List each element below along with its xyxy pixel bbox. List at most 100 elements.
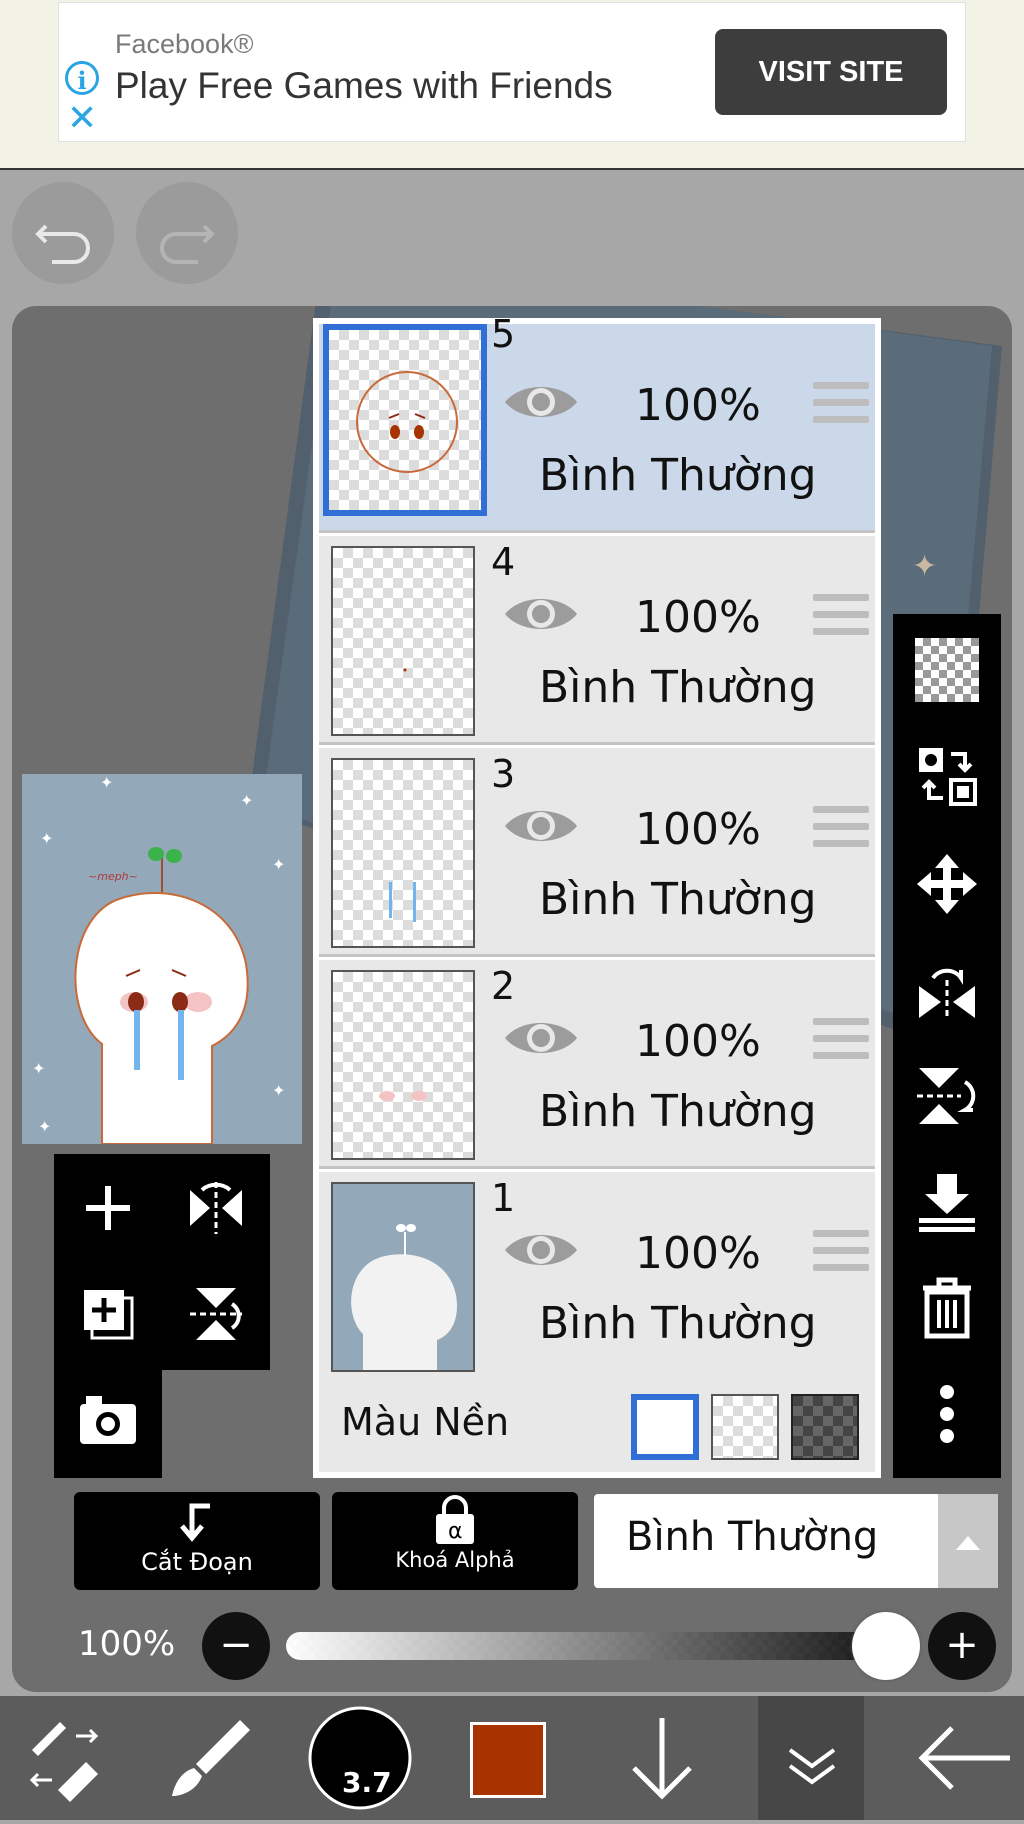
layer-opacity: 100% <box>635 380 761 431</box>
svg-text:✦: ✦ <box>32 1059 45 1078</box>
right-toolbar <box>893 614 1001 1478</box>
transparency-icon[interactable] <box>915 638 979 702</box>
svg-text:✦: ✦ <box>40 829 53 848</box>
brush-size-indicator[interactable]: 3.7 <box>298 1696 422 1820</box>
move-icon[interactable] <box>915 852 979 916</box>
undo-button[interactable] <box>12 182 114 284</box>
layer-thumbnail <box>331 758 475 948</box>
drag-handle-icon[interactable] <box>813 1018 869 1069</box>
layer-row-2[interactable]: 2 100% Bình Thường <box>319 960 875 1169</box>
svg-text:~meph~: ~meph~ <box>88 870 138 883</box>
layer-blend-mode: Bình Thường <box>539 874 817 925</box>
layer-thumbnail <box>331 546 475 736</box>
svg-text:✦: ✦ <box>912 549 937 584</box>
layer-thumbnail <box>331 1182 475 1372</box>
alpha-lock-icon: α <box>436 1495 474 1544</box>
layer-thumbnail <box>323 324 487 516</box>
svg-text:α: α <box>448 1519 463 1544</box>
ad-banner: i ✕ Facebook® Play Free Games with Frien… <box>0 0 1024 170</box>
svg-text:✦: ✦ <box>272 1081 285 1100</box>
redo-button[interactable] <box>136 182 238 284</box>
background-color-label: Màu Nền <box>341 1400 510 1444</box>
swap-layers-icon[interactable] <box>915 744 979 808</box>
layer-opacity: 100% <box>635 804 761 855</box>
svg-text:✦: ✦ <box>38 1117 51 1136</box>
layer-blend-mode: Bình Thường <box>539 662 817 713</box>
eye-icon[interactable] <box>503 804 579 848</box>
svg-text:✦: ✦ <box>272 855 285 874</box>
layer-blend-mode: Bình Thường <box>539 1298 817 1349</box>
drag-handle-icon[interactable] <box>813 594 869 645</box>
duplicate-layer-icon[interactable] <box>76 1282 140 1346</box>
bg-transparent-swatch[interactable] <box>711 1394 779 1460</box>
bg-dark-checker-swatch[interactable] <box>791 1394 859 1460</box>
blend-mode-select[interactable]: Bình Thường <box>594 1494 998 1588</box>
canvas-gap <box>162 1370 272 1480</box>
flip-horizontal-icon[interactable] <box>915 958 979 1022</box>
bottom-toolbar: 3.7 <box>0 1696 1024 1820</box>
flip-vertical-icon[interactable] <box>184 1282 248 1346</box>
layer-panel: 5 100% Bình Thường 4 100% Bình Thường 3 … <box>313 312 881 1478</box>
add-layer-icon[interactable] <box>76 1176 140 1240</box>
layer-opacity: 100% <box>635 592 761 643</box>
layer-number: 5 <box>491 312 516 356</box>
eye-icon[interactable] <box>503 1016 579 1060</box>
more-vertical-icon[interactable] <box>915 1382 979 1446</box>
eye-icon[interactable] <box>503 380 579 424</box>
arrow-down-icon[interactable] <box>600 1696 724 1820</box>
close-icon[interactable]: ✕ <box>67 101 97 137</box>
bg-white-swatch[interactable] <box>631 1394 699 1460</box>
color-swatch[interactable] <box>470 1722 546 1798</box>
eye-icon[interactable] <box>503 1228 579 1272</box>
ad-source: Facebook® <box>115 29 254 59</box>
back-arrow-icon[interactable] <box>898 1696 1022 1820</box>
opacity-slider[interactable] <box>286 1632 886 1660</box>
layer-thumbnail <box>331 970 475 1160</box>
brush-size-circle-icon <box>308 1706 412 1810</box>
layer-row-1[interactable]: 1 100% Bình Thường <box>319 1172 875 1381</box>
drag-handle-icon[interactable] <box>813 806 869 857</box>
svg-text:✦: ✦ <box>100 774 113 792</box>
opacity-increase-button[interactable]: + <box>928 1612 996 1680</box>
layers-collapse-icon[interactable] <box>750 1696 874 1820</box>
layer-number: 3 <box>491 752 516 796</box>
opacity-slider-knob[interactable] <box>852 1612 920 1680</box>
eye-icon[interactable] <box>503 592 579 636</box>
merge-down-icon[interactable] <box>915 1170 979 1234</box>
undo-icon <box>35 224 90 264</box>
clipping-button[interactable]: Cắt Đoạn <box>74 1492 320 1590</box>
clipping-arrow-icon <box>180 1503 210 1542</box>
character-preview: ✦ ✦ ✦ ✦ ✦ ✦ ✦ ~meph~ <box>32 773 285 1145</box>
ad-card[interactable]: i ✕ Facebook® Play Free Games with Frien… <box>58 2 966 142</box>
brush-icon[interactable] <box>150 1696 274 1820</box>
alpha-lock-button[interactable]: α Khoá Alphả <box>332 1492 578 1590</box>
brush-size-value: 3.7 <box>342 1766 392 1799</box>
info-icon[interactable]: i <box>65 61 99 95</box>
drag-handle-icon[interactable] <box>813 1230 869 1281</box>
drag-handle-icon[interactable] <box>813 382 869 433</box>
opacity-value: 100% <box>78 1624 176 1664</box>
ad-headline[interactable]: Play Free Games with Friends <box>115 65 613 107</box>
layer-blend-mode: Bình Thường <box>539 450 817 501</box>
layer-row-4[interactable]: 4 100% Bình Thường <box>319 536 875 745</box>
layer-row-3[interactable]: 3 100% Bình Thường <box>319 748 875 957</box>
layer-number: 1 <box>491 1176 516 1220</box>
layer-opacity: 100% <box>635 1228 761 1279</box>
background-color-row: Màu Nền <box>319 1372 875 1472</box>
flip-horizontal-icon[interactable] <box>184 1176 248 1240</box>
opacity-decrease-button[interactable]: − <box>202 1612 270 1680</box>
svg-text:✦: ✦ <box>240 791 253 810</box>
dropdown-arrow-icon[interactable] <box>938 1494 998 1588</box>
redo-icon <box>160 224 215 264</box>
layer-blend-mode: Bình Thường <box>539 1086 817 1137</box>
visit-site-button[interactable]: VISIT SITE <box>715 29 947 115</box>
layer-number: 4 <box>491 540 516 584</box>
brush-eraser-toggle-icon[interactable] <box>18 1696 142 1820</box>
navigator-preview[interactable]: ✦ ✦ ✦ ✦ ✦ ✦ ✦ ~meph~ <box>22 773 302 1145</box>
trash-icon[interactable] <box>915 1276 979 1340</box>
alpha-lock-label: Khoá Alphả <box>395 1548 515 1572</box>
camera-icon[interactable] <box>76 1388 140 1452</box>
flip-vertical-icon[interactable] <box>915 1064 979 1128</box>
layer-number: 2 <box>491 964 516 1008</box>
layer-row-5[interactable]: 5 100% Bình Thường <box>319 312 875 533</box>
